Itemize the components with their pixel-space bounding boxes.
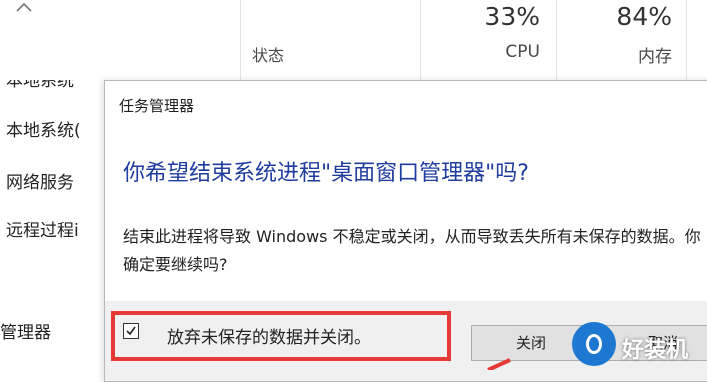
cpu-percent: 33% [484, 2, 540, 31]
column-separator[interactable] [240, 0, 241, 80]
memory-column-header[interactable]: 内存 [600, 42, 672, 67]
process-item[interactable]: 本地系统( [6, 116, 81, 141]
arrow-pointer-icon [487, 358, 511, 370]
column-separator[interactable] [420, 0, 421, 80]
status-column-header[interactable]: 状态 [252, 42, 284, 66]
dialog-message: 结束此进程将导致 Windows 不稳定或关闭，从而导致丢失所有未保存的数据。你… [123, 227, 701, 274]
chevron-up-icon[interactable] [14, 0, 36, 18]
watermark-text: 好装机 [622, 338, 689, 363]
dialog-title: 任务管理器 [119, 97, 195, 115]
watermark-logo: 好装机 [570, 320, 707, 370]
process-list: 本地系统 本地系统( 网络服务 远程过程i 管理器 [0, 80, 106, 370]
dialog-heading: 你希望结束系统进程"桌面窗口管理器"吗? [123, 161, 529, 186]
process-item[interactable]: 网络服务 [6, 168, 74, 193]
column-separator[interactable] [686, 0, 687, 80]
process-item[interactable]: 本地系统 [6, 80, 74, 91]
task-manager-header: 状态 33% CPU 84% 内存 [0, 0, 707, 80]
watermark-inner-icon [586, 334, 602, 354]
watermark-circle-icon [572, 322, 616, 366]
column-separator[interactable] [556, 0, 557, 80]
abandon-data-checkbox[interactable] [123, 323, 139, 339]
cpu-column-header[interactable]: CPU [478, 42, 540, 62]
checkbox-label[interactable]: 放弃未保存的数据并关闭。 [167, 323, 371, 348]
checkmark-icon [126, 326, 136, 336]
process-item[interactable]: 管理器 [0, 318, 51, 343]
memory-percent: 84% [616, 2, 672, 31]
process-item[interactable]: 远程过程i [6, 216, 79, 241]
